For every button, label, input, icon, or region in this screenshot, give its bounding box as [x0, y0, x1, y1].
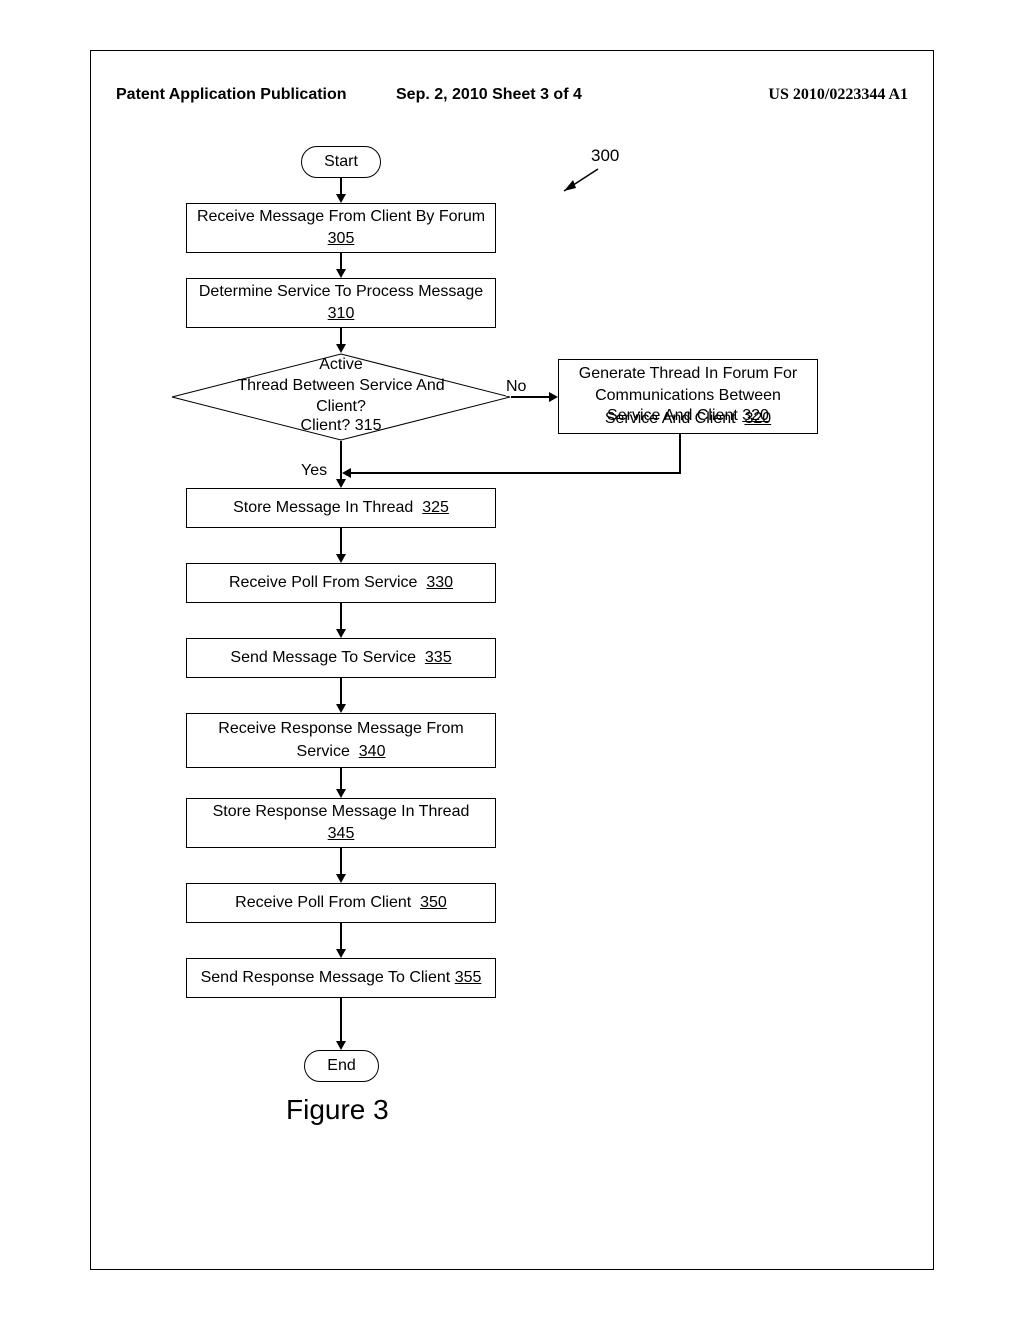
arrow-head [336, 629, 346, 638]
arrow [340, 848, 342, 876]
arrow-head [336, 789, 346, 798]
step-330: Receive Poll From Service 330 [186, 563, 496, 603]
step-335: Send Message To Service 335 [186, 638, 496, 678]
page-header: Patent Application Publication Sep. 2, 2… [116, 86, 908, 104]
arrow-head [336, 479, 346, 488]
decision-315: Active Thread Between Service And Client… [171, 353, 511, 441]
arrow [340, 768, 342, 791]
arrow [340, 923, 342, 951]
arrow-head [336, 949, 346, 958]
end-terminator: End [304, 1050, 379, 1082]
header-left: Patent Application Publication [116, 86, 347, 104]
arrow-head [336, 874, 346, 883]
arrow [340, 603, 342, 631]
header-center: Sep. 2, 2010 Sheet 3 of 4 [396, 86, 582, 104]
flowchart-diagram: 300 Start Receive Message From Client By… [91, 146, 933, 1246]
page-frame: Patent Application Publication Sep. 2, 2… [90, 50, 934, 1270]
arrow-head [336, 344, 346, 353]
arrow-head [336, 194, 346, 203]
step-355: Send Response Message To Client 355 [186, 958, 496, 998]
arrow [340, 678, 342, 706]
arrow-head [336, 554, 346, 563]
arrow [679, 434, 681, 474]
figure-number: 300 [591, 146, 619, 166]
step-325: Store Message In Thread 325 [186, 488, 496, 528]
start-terminator: Start [301, 146, 381, 178]
edge-no-label: No [506, 378, 526, 396]
arrow-head [549, 392, 558, 402]
step-305: Receive Message From Client By Forum 305 [186, 203, 496, 253]
arrow [349, 472, 681, 474]
step-345: Store Response Message In Thread 345 [186, 798, 496, 848]
step-310: Determine Service To Process Message 310 [186, 278, 496, 328]
arrow [340, 528, 342, 556]
arrow [340, 441, 342, 481]
arrow [511, 396, 551, 398]
header-right: US 2010/0223344 A1 [768, 86, 908, 104]
arrow-head [336, 704, 346, 713]
edge-yes-label: Yes [301, 462, 327, 480]
step-340: Receive Response Message From Service 34… [186, 713, 496, 768]
step-350: Receive Poll From Client 350 [186, 883, 496, 923]
step-320-overlay: Generate Thread In Forum For Communicati… [558, 359, 818, 434]
arrow-head [336, 269, 346, 278]
figure-caption: Figure 3 [286, 1094, 389, 1126]
arrow-head [342, 468, 351, 478]
arrow [340, 998, 342, 1043]
arrow-head [336, 1041, 346, 1050]
figure-number-arrow [556, 166, 601, 196]
